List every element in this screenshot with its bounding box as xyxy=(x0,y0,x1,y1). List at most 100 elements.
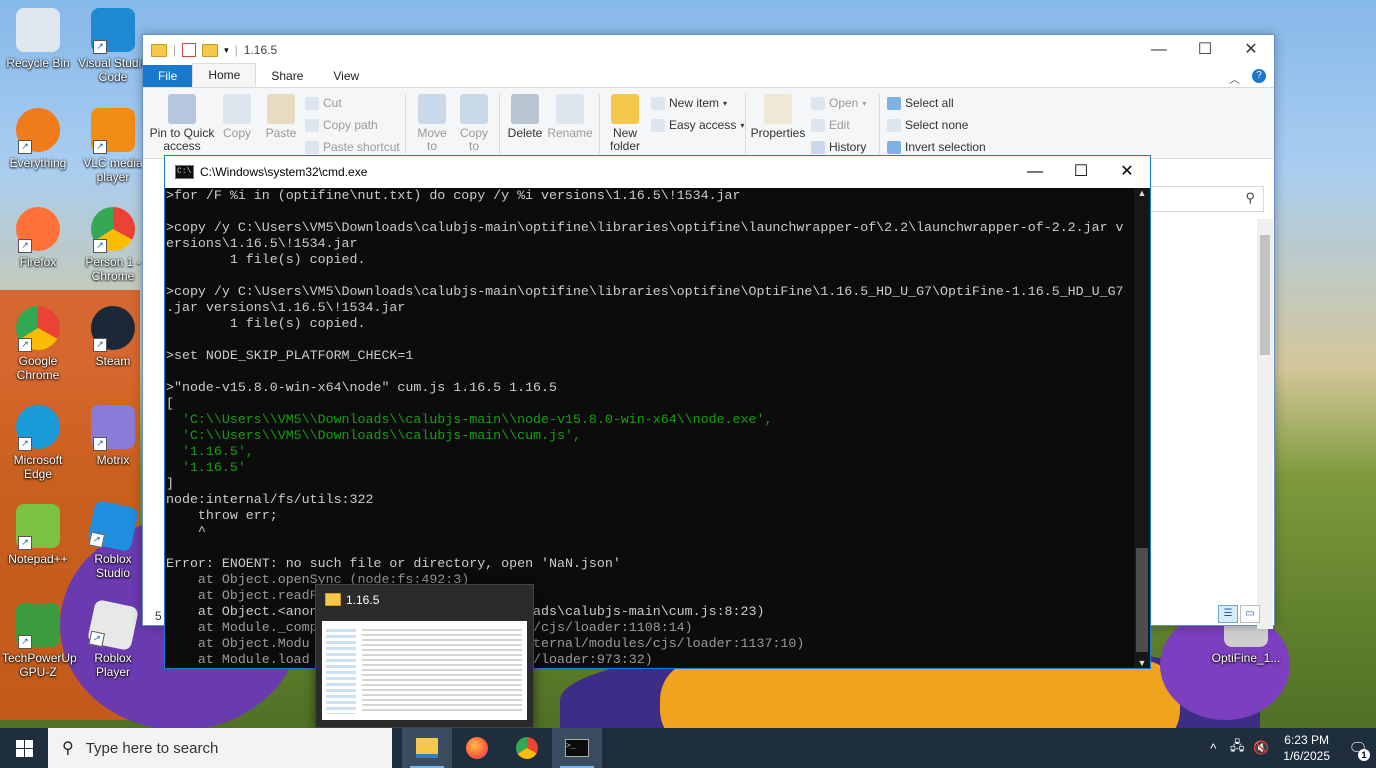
select-none-icon xyxy=(887,118,901,132)
minimize-button[interactable]: — xyxy=(1012,156,1058,188)
taskbar-file-explorer[interactable] xyxy=(402,728,452,768)
chevron-down-icon[interactable]: ▾ xyxy=(224,45,229,56)
new-item-button[interactable]: New item ▾ xyxy=(651,96,727,110)
explorer-scrollbar[interactable] xyxy=(1257,219,1273,629)
console-line: >copy /y C:\Users\VM5\Downloads\calubjs-… xyxy=(166,220,1124,235)
copy-to-button[interactable]: Copy to xyxy=(455,94,493,153)
start-button[interactable] xyxy=(0,728,48,768)
desktop-icon-vscode[interactable]: ↗ Visual Studio Code xyxy=(77,8,149,84)
desktop-icon-vlc[interactable]: ↗ VLC media player xyxy=(77,108,149,184)
maximize-button[interactable]: ☐ xyxy=(1182,35,1228,65)
console-line: [ xyxy=(166,396,174,411)
desktop-icon-roblox-player[interactable]: ↗ Roblox Player xyxy=(77,598,149,679)
paste-shortcut-button[interactable]: Paste shortcut xyxy=(305,140,400,154)
select-none-button[interactable]: Select none xyxy=(887,118,968,132)
console-line: 1 file(s) copied. xyxy=(166,316,366,331)
delete-button[interactable]: Delete xyxy=(505,94,545,140)
taskbar-thumbnail-preview[interactable]: 1.16.5 xyxy=(315,584,534,728)
large-icons-view-icon[interactable]: ▭ xyxy=(1240,605,1260,623)
scroll-up-icon[interactable]: ▲ xyxy=(1134,188,1150,198)
desktop-icon-gpuz[interactable]: ↗ TechPowerUp GPU-Z xyxy=(2,603,77,679)
maximize-button[interactable]: ☐ xyxy=(1058,156,1104,188)
chrome-icon: ↗ xyxy=(91,207,135,253)
desktop-icon-notepadpp[interactable]: ↗ Notepad++ xyxy=(2,504,74,566)
taskbar-firefox[interactable] xyxy=(452,728,502,768)
copy-path-button[interactable]: Copy path xyxy=(305,118,378,132)
console-line: at Module.load /loader:973:32) xyxy=(197,652,653,667)
taskbar-cmd[interactable]: >_ xyxy=(552,728,602,768)
easy-access-button[interactable]: Easy access ▾ xyxy=(651,118,744,132)
desktop-icon-roblox-studio[interactable]: ↗ Roblox Studio xyxy=(77,499,149,580)
pin-quick-access-button[interactable]: Pin to Quick access xyxy=(149,94,215,153)
network-icon[interactable]: 🖧 xyxy=(1225,737,1249,759)
scrollbar-thumb[interactable] xyxy=(1136,548,1148,652)
desktop-icon-recycle-bin[interactable]: Recycle Bin xyxy=(2,8,74,70)
gpuz-icon: ↗ xyxy=(16,603,60,649)
delete-x-icon xyxy=(511,94,539,124)
ribbon-separator xyxy=(599,94,600,154)
properties-icon xyxy=(764,94,792,124)
help-icon[interactable]: ? xyxy=(1252,69,1266,83)
new-folder-button[interactable]: New folder xyxy=(603,94,647,153)
cmd-titlebar[interactable]: C:\ C:\Windows\system32\cmd.exe — ☐ ✕ xyxy=(165,156,1150,188)
ribbon-separator xyxy=(745,94,746,154)
desktop-icon-steam[interactable]: ↗ Steam xyxy=(77,306,149,368)
tab-view[interactable]: View xyxy=(318,65,374,87)
tab-home[interactable]: Home xyxy=(192,63,257,87)
cmd-icon: >_ xyxy=(565,739,589,757)
ribbon-tabs: File Home Share View ︿ ? xyxy=(143,63,1274,88)
cmd-window[interactable]: C:\ C:\Windows\system32\cmd.exe — ☐ ✕ >f… xyxy=(164,155,1151,669)
select-all-icon xyxy=(887,96,901,110)
tab-share[interactable]: Share xyxy=(256,65,318,87)
explorer-titlebar[interactable]: | ▾ | 1.16.5 — ☐ ✕ xyxy=(143,35,1274,65)
desktop-icon-google-chrome[interactable]: ↗ Google Chrome xyxy=(2,306,74,382)
cmd-scrollbar[interactable]: ▲ ▼ xyxy=(1134,188,1150,668)
scroll-down-icon[interactable]: ▼ xyxy=(1134,658,1150,668)
console-line: node:internal/fs/utils:322 xyxy=(166,492,374,507)
tab-file[interactable]: File xyxy=(143,65,193,87)
properties-qat-icon[interactable] xyxy=(182,43,197,57)
edit-button[interactable]: Edit xyxy=(811,118,850,132)
taskbar-chrome[interactable] xyxy=(502,728,552,768)
properties-button[interactable]: Properties xyxy=(749,94,807,140)
desktop-icon-everything[interactable]: ↗ Everything xyxy=(2,108,74,170)
volume-muted-icon[interactable]: 🔇 xyxy=(1249,740,1273,756)
minimize-button[interactable]: — xyxy=(1136,35,1182,65)
paste-button[interactable]: Paste xyxy=(261,94,301,140)
chevron-up-icon[interactable]: ︿ xyxy=(1229,71,1240,87)
ribbon-separator xyxy=(405,94,406,154)
taskbar-search-box[interactable]: ⚲ Type here to search xyxy=(48,728,392,768)
desktop-icon-person-chrome[interactable]: ↗ Person 1 - Chrome xyxy=(77,207,149,283)
quick-access-toolbar: | ▾ | 1.16.5 xyxy=(143,43,277,57)
chevron-up-icon[interactable]: ^ xyxy=(1201,741,1225,756)
rename-button[interactable]: Rename xyxy=(547,94,593,140)
roblox-studio-icon: ↗ xyxy=(86,499,140,553)
console-output[interactable]: >for /F %i in (optifine\nut.txt) do copy… xyxy=(165,188,1134,668)
console-line: at Object.Modu ternal/modules/cjs/loader… xyxy=(197,636,805,651)
desktop-icon-firefox[interactable]: ↗ Firefox xyxy=(2,207,74,269)
details-view-icon[interactable]: ☰ xyxy=(1218,605,1238,623)
move-to-button[interactable]: Move to xyxy=(413,94,451,153)
open-icon xyxy=(811,96,825,110)
close-button[interactable]: ✕ xyxy=(1228,35,1274,65)
desktop-icon-motrix[interactable]: ↗ Motrix xyxy=(77,405,149,467)
paste-icon xyxy=(267,94,295,124)
history-button[interactable]: History xyxy=(811,140,866,154)
invert-selection-button[interactable]: Invert selection xyxy=(887,140,986,154)
open-button[interactable]: Open ▾ xyxy=(811,96,866,110)
clock[interactable]: 6:23 PM 1/6/2025 xyxy=(1283,732,1330,764)
thumbnail-preview-image[interactable] xyxy=(322,621,527,720)
close-button[interactable]: ✕ xyxy=(1104,156,1150,188)
notification-center-button[interactable]: 🗨 1 xyxy=(1340,739,1376,761)
desktop-icon-edge[interactable]: ↗ Microsoft Edge xyxy=(2,405,74,481)
new-folder-qat-icon[interactable] xyxy=(202,43,219,57)
copy-button[interactable]: Copy xyxy=(219,94,255,140)
cut-button[interactable]: Cut xyxy=(305,96,342,110)
copy-path-icon xyxy=(305,118,319,132)
console-line: 'C:\\Users\\VM5\\Downloads\\calubjs-main… xyxy=(166,412,773,427)
scrollbar-thumb[interactable] xyxy=(1260,235,1270,355)
select-all-button[interactable]: Select all xyxy=(887,96,954,110)
roblox-player-icon: ↗ xyxy=(86,598,140,652)
